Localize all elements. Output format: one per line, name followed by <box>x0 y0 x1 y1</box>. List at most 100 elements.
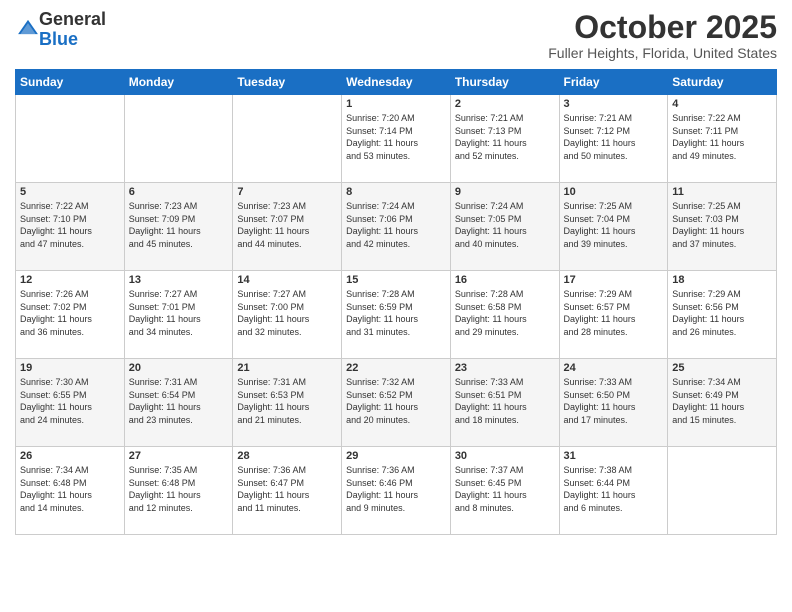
day-number: 15 <box>346 274 446 286</box>
col-sunday: Sunday <box>16 70 125 95</box>
header: General Blue October 2025 Fuller Heights… <box>15 10 777 61</box>
title-block: October 2025 Fuller Heights, Florida, Un… <box>548 10 777 61</box>
calendar-cell: 22 Sunrise: 7:32 AM Sunset: 6:52 PM Dayli… <box>342 359 451 447</box>
day-number: 25 <box>672 362 772 374</box>
calendar-cell <box>668 447 777 535</box>
day-number: 26 <box>20 450 120 462</box>
day-number: 7 <box>237 186 337 198</box>
col-friday: Friday <box>559 70 668 95</box>
col-wednesday: Wednesday <box>342 70 451 95</box>
day-number: 14 <box>237 274 337 286</box>
day-info: Sunrise: 7:25 AM Sunset: 7:04 PM Dayligh… <box>564 200 664 250</box>
calendar-cell: 11 Sunrise: 7:25 AM Sunset: 7:03 PM Dayli… <box>668 183 777 271</box>
day-info: Sunrise: 7:36 AM Sunset: 6:47 PM Dayligh… <box>237 464 337 514</box>
day-number: 28 <box>237 450 337 462</box>
calendar-cell: 30 Sunrise: 7:37 AM Sunset: 6:45 PM Dayli… <box>450 447 559 535</box>
calendar-cell: 29 Sunrise: 7:36 AM Sunset: 6:46 PM Dayli… <box>342 447 451 535</box>
day-info: Sunrise: 7:25 AM Sunset: 7:03 PM Dayligh… <box>672 200 772 250</box>
day-info: Sunrise: 7:33 AM Sunset: 6:50 PM Dayligh… <box>564 376 664 426</box>
col-monday: Monday <box>124 70 233 95</box>
day-info: Sunrise: 7:22 AM Sunset: 7:11 PM Dayligh… <box>672 112 772 162</box>
day-number: 27 <box>129 450 229 462</box>
calendar-week-2: 5 Sunrise: 7:22 AM Sunset: 7:10 PM Daylig… <box>16 183 777 271</box>
calendar-cell: 20 Sunrise: 7:31 AM Sunset: 6:54 PM Dayli… <box>124 359 233 447</box>
day-info: Sunrise: 7:21 AM Sunset: 7:13 PM Dayligh… <box>455 112 555 162</box>
day-info: Sunrise: 7:36 AM Sunset: 6:46 PM Dayligh… <box>346 464 446 514</box>
day-number: 6 <box>129 186 229 198</box>
day-number: 13 <box>129 274 229 286</box>
day-number: 29 <box>346 450 446 462</box>
day-info: Sunrise: 7:34 AM Sunset: 6:48 PM Dayligh… <box>20 464 120 514</box>
calendar-week-3: 12Sunrise: 7:26 AM Sunset: 7:02 PM Dayli… <box>16 271 777 359</box>
calendar-cell: 13 Sunrise: 7:27 AM Sunset: 7:01 PM Dayli… <box>124 271 233 359</box>
day-info: Sunrise: 7:22 AM Sunset: 7:10 PM Dayligh… <box>20 200 120 250</box>
col-saturday: Saturday <box>668 70 777 95</box>
location-title: Fuller Heights, Florida, United States <box>548 45 777 61</box>
day-number: 20 <box>129 362 229 374</box>
day-number: 12 <box>20 274 120 286</box>
calendar-cell: 3 Sunrise: 7:21 AM Sunset: 7:12 PM Daylig… <box>559 95 668 183</box>
calendar-cell: 6 Sunrise: 7:23 AM Sunset: 7:09 PM Daylig… <box>124 183 233 271</box>
calendar-cell: 10 Sunrise: 7:25 AM Sunset: 7:04 PM Dayli… <box>559 183 668 271</box>
calendar-cell: 25 Sunrise: 7:34 AM Sunset: 6:49 PM Dayli… <box>668 359 777 447</box>
calendar-cell <box>233 95 342 183</box>
day-info: Sunrise: 7:28 AM Sunset: 6:58 PM Dayligh… <box>455 288 555 338</box>
day-info: Sunrise: 7:30 AM Sunset: 6:55 PM Dayligh… <box>20 376 120 426</box>
day-number: 1 <box>346 98 446 110</box>
day-info: Sunrise: 7:23 AM Sunset: 7:07 PM Dayligh… <box>237 200 337 250</box>
calendar-cell: 16Sunrise: 7:28 AM Sunset: 6:58 PM Dayli… <box>450 271 559 359</box>
day-info: Sunrise: 7:37 AM Sunset: 6:45 PM Dayligh… <box>455 464 555 514</box>
day-number: 21 <box>237 362 337 374</box>
calendar-week-4: 19 Sunrise: 7:30 AM Sunset: 6:55 PM Dayli… <box>16 359 777 447</box>
calendar-cell <box>124 95 233 183</box>
calendar-cell: 8Sunrise: 7:24 AM Sunset: 7:06 PM Daylig… <box>342 183 451 271</box>
day-number: 10 <box>564 186 664 198</box>
day-number: 3 <box>564 98 664 110</box>
logo-general-text: General <box>39 9 106 29</box>
calendar-cell: 15 Sunrise: 7:28 AM Sunset: 6:59 PM Dayli… <box>342 271 451 359</box>
calendar-cell: 28 Sunrise: 7:36 AM Sunset: 6:47 PM Dayli… <box>233 447 342 535</box>
day-info: Sunrise: 7:29 AM Sunset: 6:57 PM Dayligh… <box>564 288 664 338</box>
day-number: 18 <box>672 274 772 286</box>
day-number: 11 <box>672 186 772 198</box>
calendar-cell: 27Sunrise: 7:35 AM Sunset: 6:48 PM Dayli… <box>124 447 233 535</box>
calendar-cell: 19 Sunrise: 7:30 AM Sunset: 6:55 PM Dayli… <box>16 359 125 447</box>
calendar-cell: 14Sunrise: 7:27 AM Sunset: 7:00 PM Dayli… <box>233 271 342 359</box>
calendar-cell: 5 Sunrise: 7:22 AM Sunset: 7:10 PM Daylig… <box>16 183 125 271</box>
calendar-cell: 24Sunrise: 7:33 AM Sunset: 6:50 PM Dayli… <box>559 359 668 447</box>
day-info: Sunrise: 7:34 AM Sunset: 6:49 PM Dayligh… <box>672 376 772 426</box>
calendar-week-1: 1Sunrise: 7:20 AM Sunset: 7:14 PM Daylig… <box>16 95 777 183</box>
calendar-cell: 31Sunrise: 7:38 AM Sunset: 6:44 PM Dayli… <box>559 447 668 535</box>
calendar-cell <box>16 95 125 183</box>
calendar-cell: 12Sunrise: 7:26 AM Sunset: 7:02 PM Dayli… <box>16 271 125 359</box>
day-info: Sunrise: 7:21 AM Sunset: 7:12 PM Dayligh… <box>564 112 664 162</box>
day-number: 5 <box>20 186 120 198</box>
day-info: Sunrise: 7:31 AM Sunset: 6:54 PM Dayligh… <box>129 376 229 426</box>
day-info: Sunrise: 7:28 AM Sunset: 6:59 PM Dayligh… <box>346 288 446 338</box>
day-number: 19 <box>20 362 120 374</box>
calendar-cell: 21Sunrise: 7:31 AM Sunset: 6:53 PM Dayli… <box>233 359 342 447</box>
day-number: 31 <box>564 450 664 462</box>
day-info: Sunrise: 7:29 AM Sunset: 6:56 PM Dayligh… <box>672 288 772 338</box>
calendar-table: Sunday Monday Tuesday Wednesday Thursday… <box>15 69 777 535</box>
calendar-cell: 18 Sunrise: 7:29 AM Sunset: 6:56 PM Dayli… <box>668 271 777 359</box>
day-number: 23 <box>455 362 555 374</box>
day-number: 30 <box>455 450 555 462</box>
calendar-cell: 23Sunrise: 7:33 AM Sunset: 6:51 PM Dayli… <box>450 359 559 447</box>
day-number: 9 <box>455 186 555 198</box>
logo: General Blue <box>15 10 106 50</box>
day-info: Sunrise: 7:24 AM Sunset: 7:06 PM Dayligh… <box>346 200 446 250</box>
day-number: 22 <box>346 362 446 374</box>
calendar-cell: 17 Sunrise: 7:29 AM Sunset: 6:57 PM Dayli… <box>559 271 668 359</box>
day-info: Sunrise: 7:27 AM Sunset: 7:01 PM Dayligh… <box>129 288 229 338</box>
logo-blue-text: Blue <box>39 29 78 49</box>
month-title: October 2025 <box>548 10 777 45</box>
day-info: Sunrise: 7:32 AM Sunset: 6:52 PM Dayligh… <box>346 376 446 426</box>
day-number: 17 <box>564 274 664 286</box>
calendar-cell: 2Sunrise: 7:21 AM Sunset: 7:13 PM Daylig… <box>450 95 559 183</box>
day-info: Sunrise: 7:23 AM Sunset: 7:09 PM Dayligh… <box>129 200 229 250</box>
logo-icon <box>17 16 39 38</box>
calendar-cell: 26 Sunrise: 7:34 AM Sunset: 6:48 PM Dayli… <box>16 447 125 535</box>
day-number: 4 <box>672 98 772 110</box>
calendar-cell: 7 Sunrise: 7:23 AM Sunset: 7:07 PM Daylig… <box>233 183 342 271</box>
